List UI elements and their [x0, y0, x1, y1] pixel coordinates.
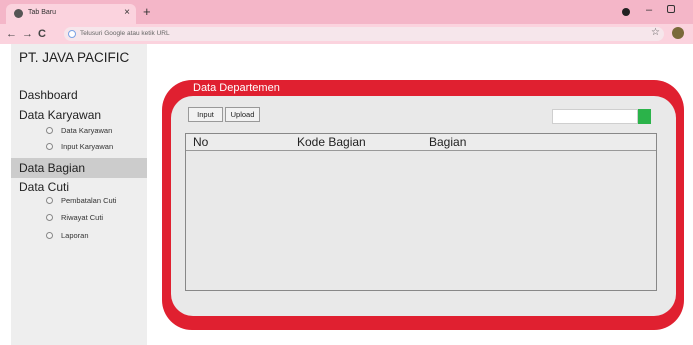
browser-address-bar: ← → C Telusuri Google atau ketik URL — [0, 24, 693, 44]
address-placeholder: Telusuri Google atau ketik URL — [80, 30, 170, 37]
radio-input-karyawan[interactable] — [46, 143, 53, 150]
sidebar-subitem-pembatalan-cuti[interactable]: Pembatalan Cuti — [61, 196, 116, 205]
table-header: No Kode Bagian Bagian — [186, 134, 656, 151]
sidebar-subitem-input-karyawan[interactable]: Input Karyawan — [61, 142, 113, 151]
tab-title: Tab Baru — [28, 9, 57, 16]
column-header-no: No — [193, 135, 209, 149]
back-button[interactable]: ← — [6, 27, 17, 41]
sidebar-subitem-riwayat-cuti[interactable]: Riwayat Cuti — [61, 213, 103, 222]
page-title: Data Departemen — [193, 82, 280, 94]
browser-tab[interactable]: Tab Baru × — [6, 4, 136, 24]
sidebar-subitem-data-karyawan[interactable]: Data Karyawan — [61, 126, 112, 135]
address-input[interactable]: Telusuri Google atau ketik URL — [64, 27, 664, 41]
upload-button[interactable]: Upload — [225, 107, 260, 122]
data-table: No Kode Bagian Bagian — [185, 133, 657, 291]
search-button[interactable] — [638, 109, 651, 124]
radio-data-karyawan[interactable] — [46, 127, 53, 134]
globe-icon — [14, 9, 23, 18]
reload-button[interactable]: C — [38, 27, 46, 41]
column-header-kode-bagian: Kode Bagian — [297, 135, 366, 149]
new-tab-button[interactable]: + — [143, 5, 151, 18]
maximize-button[interactable] — [667, 5, 675, 13]
search-input[interactable] — [552, 109, 638, 124]
bookmark-star-icon[interactable]: ☆ — [651, 27, 660, 38]
sidebar-subitem-laporan[interactable]: Laporan — [61, 231, 89, 240]
radio-riwayat-cuti[interactable] — [46, 214, 53, 221]
radio-pembatalan-cuti[interactable] — [46, 197, 53, 204]
record-icon[interactable] — [622, 8, 630, 16]
tab-close-button[interactable]: × — [124, 7, 130, 19]
brand-title: PT. JAVA PACIFIC — [19, 50, 130, 65]
sidebar-item-data-karyawan[interactable]: Data Karyawan — [19, 108, 101, 122]
minimize-button[interactable]: – — [646, 4, 652, 16]
google-icon — [68, 30, 76, 38]
input-button[interactable]: Input — [188, 107, 223, 122]
column-header-bagian: Bagian — [429, 135, 467, 149]
radio-laporan[interactable] — [46, 232, 53, 239]
profile-avatar-icon[interactable] — [672, 27, 684, 39]
browser-tab-bar: Tab Baru × + – — [0, 0, 693, 24]
sidebar-item-data-bagian[interactable]: Data Bagian — [19, 161, 85, 175]
forward-button[interactable]: → — [22, 27, 33, 41]
sidebar-item-data-cuti[interactable]: Data Cuti — [19, 180, 69, 194]
sidebar-item-dashboard[interactable]: Dashboard — [19, 88, 78, 102]
